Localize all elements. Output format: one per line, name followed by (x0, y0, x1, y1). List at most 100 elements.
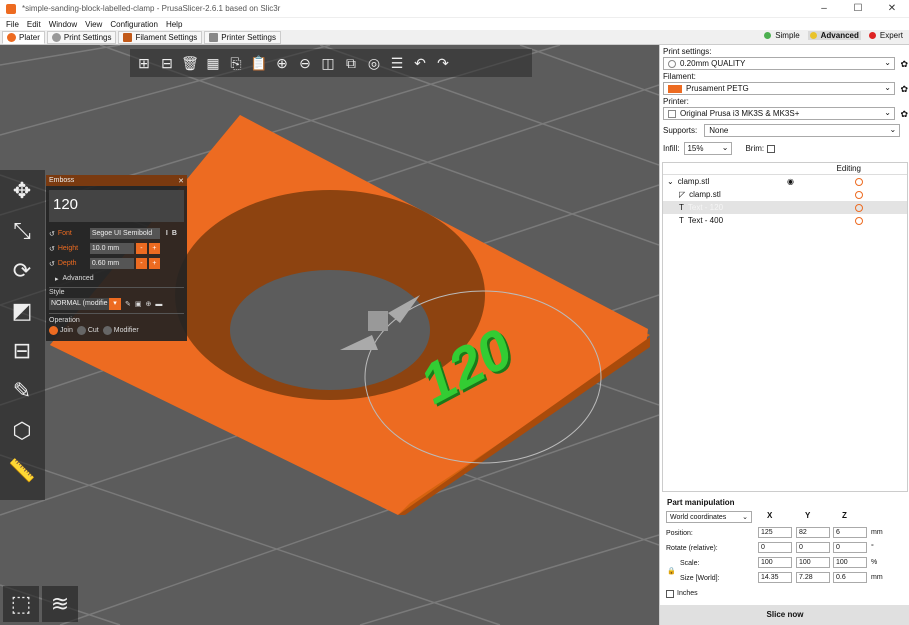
scale-icon[interactable]: ⤡ (2, 212, 42, 250)
layers-editing-icon[interactable]: ☰ (387, 53, 407, 73)
minimize-button[interactable]: – (807, 0, 841, 18)
position-z-input[interactable]: 6 (833, 527, 867, 538)
size-x-input[interactable]: 14.35 (758, 572, 792, 583)
reset-icon[interactable]: ↺ (49, 260, 55, 268)
mode-advanced[interactable]: Advanced (807, 31, 861, 40)
slice-now-button[interactable]: Slice now (660, 605, 909, 625)
paint-supports-icon[interactable]: ✎ (2, 372, 42, 410)
minus-button[interactable]: - (135, 258, 147, 269)
add-style-icon[interactable]: ⊕ (146, 300, 152, 308)
paste-icon[interactable]: 📋 (249, 53, 269, 73)
edit-preset-icon[interactable]: ✿ (900, 109, 908, 120)
edit-icon[interactable] (855, 216, 863, 225)
plus-button[interactable]: + (148, 243, 160, 254)
edit-preset-icon[interactable]: ✿ (900, 84, 908, 95)
advanced-toggle[interactable]: ▸ Advanced (46, 271, 187, 286)
close-button[interactable]: ✕ (875, 0, 909, 18)
rename-icon[interactable]: ✎ (125, 300, 131, 308)
tab-filament-settings[interactable]: Filament Settings (118, 30, 203, 44)
save-icon[interactable]: ▣ (135, 300, 142, 308)
move-icon[interactable]: ✥ (2, 172, 42, 210)
3d-viewport[interactable]: 120 ⊞ ⊟ 🗑 ▦ ⎘ 📋 ⊕ ⊖ ◫ ⧉ ◎ ☰ ↶ ↷ ✥ ⤡ ⟳ ◩ … (0, 45, 659, 625)
list-item[interactable]: T Text - 400 (663, 214, 907, 227)
style-select[interactable]: NORMAL (modifie ▾ (49, 298, 121, 310)
rotate-x-input[interactable]: 0 (758, 542, 792, 553)
cut-icon[interactable]: ⊟ (2, 332, 42, 370)
delete-icon[interactable]: ⊟ (157, 53, 177, 73)
plus-button[interactable]: + (148, 258, 160, 269)
printer-select[interactable]: Original Prusa i3 MK3S & MK3S+ ⌄ ✿ (663, 107, 908, 120)
italic-icon[interactable]: I (166, 230, 168, 237)
bold-icon[interactable]: B (172, 230, 177, 237)
emboss-icon[interactable]: ⬡ (2, 412, 42, 450)
redo-icon[interactable]: ↷ (433, 53, 453, 73)
search-icon[interactable]: ◎ (364, 53, 384, 73)
menu-view[interactable]: View (85, 20, 102, 29)
menu-help[interactable]: Help (166, 20, 182, 29)
scale-y-input[interactable]: 100 (796, 557, 830, 568)
cut-radio[interactable]: Cut (76, 326, 99, 335)
place-on-face-icon[interactable]: ◩ (2, 292, 42, 330)
chevron-down-icon[interactable]: ⌄ (667, 177, 674, 186)
edit-icon[interactable] (855, 203, 863, 212)
tab-plater[interactable]: Plater (2, 30, 45, 44)
move-gizmo-center[interactable] (368, 311, 388, 331)
depth-input[interactable]: 0.60 mm (89, 258, 134, 269)
reset-icon[interactable]: ↺ (49, 230, 55, 238)
mode-expert[interactable]: Expert (867, 31, 905, 40)
delete-all-icon[interactable]: 🗑 (180, 53, 200, 73)
modifier-radio[interactable]: Modifier (102, 326, 139, 335)
menu-window[interactable]: Window (49, 20, 77, 29)
height-input[interactable]: 10.0 mm (89, 243, 134, 254)
3d-view-icon[interactable]: ⬚ (3, 586, 39, 622)
scale-z-input[interactable]: 100 (833, 557, 867, 568)
measure-icon[interactable]: 📏 (2, 452, 42, 490)
tab-printer-settings[interactable]: Printer Settings (204, 30, 281, 44)
lock-icon[interactable]: 🔒 (667, 566, 676, 578)
reset-icon[interactable]: ↺ (49, 245, 55, 253)
emboss-text-input[interactable]: 120 (49, 190, 184, 222)
brim-checkbox[interactable] (767, 144, 776, 153)
list-item[interactable]: ⌄ clamp.stl ◉ (663, 175, 907, 188)
list-item[interactable]: T Text - 120 (663, 201, 907, 214)
copy-icon[interactable]: ⎘ (226, 53, 246, 73)
coordinates-select[interactable]: World coordinates ⌄ (666, 511, 752, 523)
preview-icon[interactable]: ≋ (42, 586, 78, 622)
add-instance-icon[interactable]: ⊕ (272, 53, 292, 73)
join-radio[interactable]: Join (49, 326, 73, 335)
menu-edit[interactable]: Edit (27, 20, 41, 29)
split-parts-icon[interactable]: ⧉ (341, 53, 361, 73)
supports-select[interactable]: None ⌄ (704, 124, 901, 137)
inches-checkbox[interactable] (666, 590, 674, 598)
minus-button[interactable]: - (135, 243, 147, 254)
filament-select[interactable]: Prusament PETG ⌄ ✿ (663, 82, 908, 95)
print-settings-select[interactable]: 0.20mm QUALITY ⌄ ✿ (663, 57, 908, 70)
edit-icon[interactable] (855, 177, 863, 186)
list-item[interactable]: ◸ clamp.stl (663, 188, 907, 201)
eye-icon[interactable]: ◉ (787, 177, 794, 186)
filament-color-swatch[interactable] (668, 84, 682, 93)
edit-preset-icon[interactable]: ✿ (900, 59, 908, 70)
delete-style-icon[interactable]: ▬ (155, 301, 162, 308)
undo-icon[interactable]: ↶ (410, 53, 430, 73)
menu-configuration[interactable]: Configuration (110, 20, 158, 29)
size-y-input[interactable]: 7.28 (796, 572, 830, 583)
scale-x-input[interactable]: 100 (758, 557, 792, 568)
close-icon[interactable]: ✕ (178, 177, 184, 185)
infill-select[interactable]: 15% ⌄ (684, 142, 733, 155)
size-z-input[interactable]: 0.6 (833, 572, 867, 583)
arrange-icon[interactable]: ▦ (203, 53, 223, 73)
font-select[interactable]: Segoe UI Semibold (89, 228, 160, 239)
add-icon[interactable]: ⊞ (134, 53, 154, 73)
tab-print-settings[interactable]: Print Settings (46, 30, 117, 44)
position-x-input[interactable]: 125 (758, 527, 792, 538)
remove-instance-icon[interactable]: ⊖ (295, 53, 315, 73)
maximize-button[interactable]: ☐ (841, 0, 875, 18)
menu-file[interactable]: File (6, 20, 19, 29)
rotate-icon[interactable]: ⟳ (2, 252, 42, 290)
edit-icon[interactable] (855, 190, 863, 199)
mode-simple[interactable]: Simple (762, 31, 801, 40)
rotate-z-input[interactable]: 0 (833, 542, 867, 553)
position-y-input[interactable]: 82 (796, 527, 830, 538)
rotate-y-input[interactable]: 0 (796, 542, 830, 553)
